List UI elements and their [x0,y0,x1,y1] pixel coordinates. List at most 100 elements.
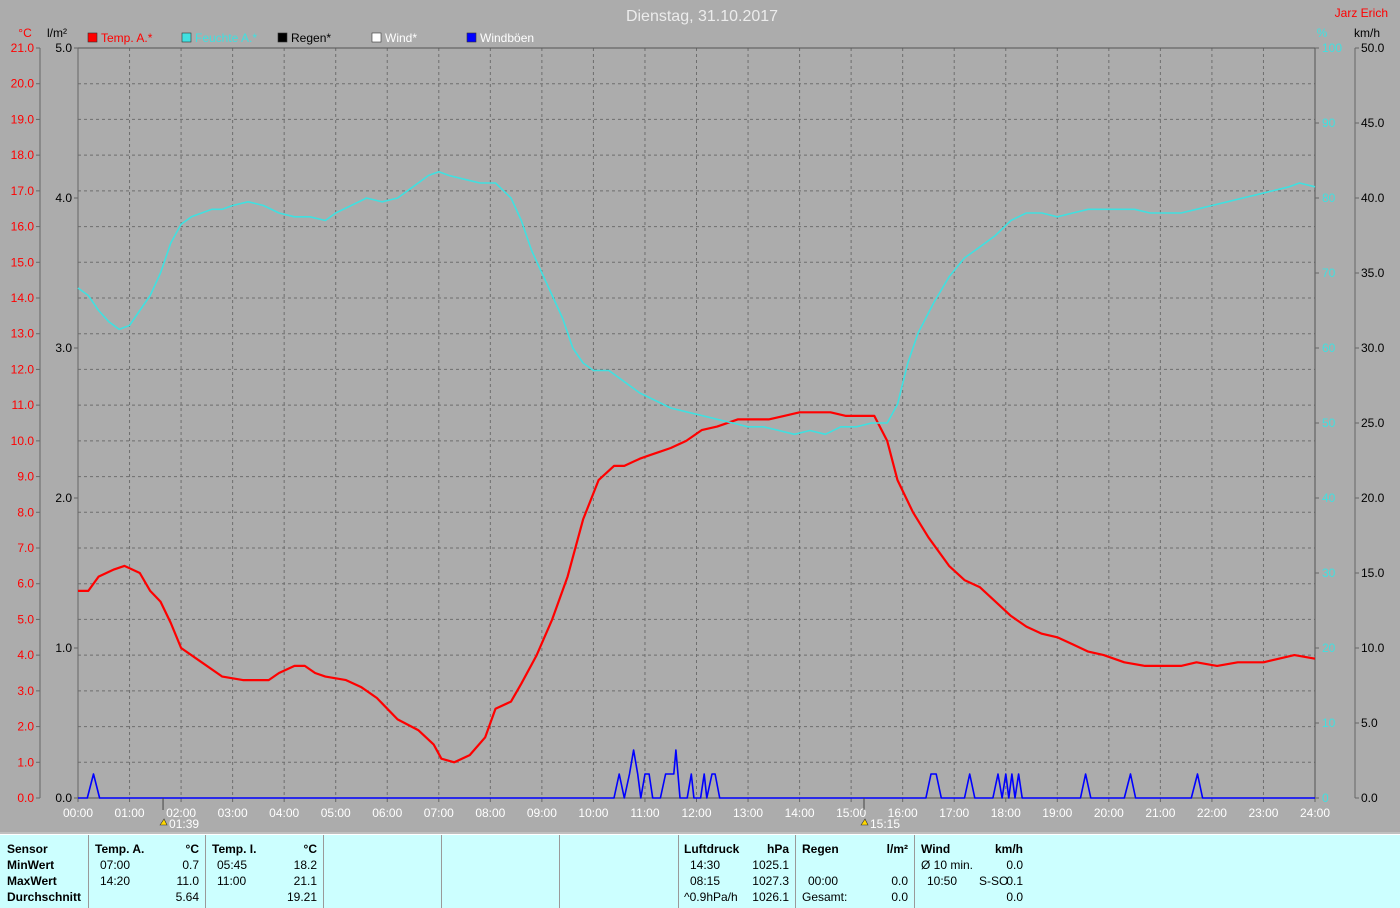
rain-title: Regen [802,842,839,856]
wind-title: Wind [921,842,951,856]
pressure-max: 1027.3 [752,874,789,888]
x-tick-label: 07:00 [424,806,454,820]
temp-tick-label: 10.0 [11,434,35,448]
temp-tick-label: 19.0 [11,112,35,126]
x-tick-label: 17:00 [939,806,969,820]
legend-label: Windböen [480,31,534,45]
legend-swatch [277,32,288,43]
rain-tick-label: 0.0 [55,791,72,805]
temp-i-avg: 19.21 [286,890,317,904]
pressure-trend: ^0.9hPa/h [684,890,738,904]
wind-axis: 0.0 5.0 10.0 15.0 20.0 25.0 30.0 35.0 40.0 45.0 50… [1354,41,1385,805]
temp-i-max: 21.1 [293,874,317,888]
humidity-axis: 0 10 20 30 40 50 60 70 80 90 100 [1315,41,1342,805]
humidity-tick-label: 40 [1322,491,1336,505]
rain-axis: 0.0 1.0 2.0 3.0 4.0 5.0 [55,41,79,805]
empty-column-2 [442,835,560,908]
wind-tick-label: 15.0 [1361,566,1385,580]
wind-tick-label: 20.0 [1361,491,1385,505]
rain-tick-label: 4.0 [55,191,72,205]
x-tick-label: 14:00 [785,806,815,820]
legend-swatch [466,32,477,43]
temp-tick-label: 0.0 [17,791,34,805]
wind-max: 0.1 [1006,874,1023,888]
temp-tick-label: 14.0 [11,291,35,305]
legend: Temp. A.* Feuchte A.* Regen* Wind* Windböen [87,31,534,45]
summary-table: Sensor MinWert MaxWert Durchschnitt Temp… [0,834,1400,908]
humidity-tick-label: 10 [1322,716,1336,730]
x-axis: 00:00 01:00 02:00 03:00 04:00 05:00 06:00 07:00… [63,798,1330,820]
wind-tick-label: 10.0 [1361,641,1385,655]
x-tick-label: 06:00 [372,806,402,820]
wind-avg: 0.0 [1006,858,1023,872]
pressure-trend-value: 1026.1 [752,890,789,904]
temp-tick-label: 8.0 [17,505,34,519]
humidity-tick-label: 70 [1322,266,1336,280]
x-tick-label: 20:00 [1094,806,1124,820]
sensor-header: Sensor [7,842,48,856]
pressure-min-time: 14:30 [690,858,721,872]
x-tick-label: 11:00 [630,806,659,820]
legend-swatch [371,32,382,43]
x-tick-label: 24:00 [1300,806,1330,820]
legend-label: Temp. A.* [101,31,153,45]
wind-tick-label: 25.0 [1361,416,1385,430]
rain-tick-label: 3.0 [55,341,72,355]
legend-swatch [87,32,98,43]
temp-a-title: Temp. A. [95,842,145,856]
marker-label: 01:39 [169,817,199,831]
temp-tick-label: 16.0 [11,220,35,234]
temp-tick-label: 7.0 [17,541,34,555]
temp-tick-label: 2.0 [17,720,34,734]
x-tick-label: 04:00 [269,806,299,820]
legend-swatch [181,32,192,43]
rain-time: 00:00 [808,874,839,888]
temp-tick-label: 17.0 [11,184,35,198]
weather-chart: 0.0 1.0 2.0 3.0 4.0 5.0 6.0 7.0 8.0 9.0 10.0 11.0 12… [11,6,1388,831]
wind-column: Wind km/h Ø 10 min. 0.0 10:50 S-SO 0.1 0… [915,835,1027,908]
wind-tick-label: 50.0 [1361,41,1385,55]
rain-tick-label: 5.0 [55,41,72,55]
temp-tick-label: 11.0 [12,398,35,412]
temp-tick-label: 15.0 [11,255,35,269]
pressure-title: Luftdruck [684,842,740,856]
temp-i-unit: °C [303,842,317,856]
temp-a-max: 11.0 [176,874,199,888]
rain-total-label: Gesamt: [802,890,848,904]
pressure-column: Luftdruck hPa 14:30 1025.1 08:15 1027.3 … [679,835,796,908]
wind-unit: km/h [994,842,1023,856]
temp-tick-label: 12.0 [11,362,35,376]
x-tick-label: 03:00 [218,806,248,820]
row-label-avg: Durchschnitt [7,890,82,904]
humidity-tick-label: 100 [1322,41,1342,55]
wind-tick-label: 35.0 [1361,266,1385,280]
temp-i-min: 18.2 [293,858,317,872]
wind-time: 10:50 [927,874,958,888]
x-tick-label: 09:00 [527,806,557,820]
temp-tick-label: 4.0 [17,648,34,662]
temp-tick-label: 18.0 [11,148,35,162]
humidity-tick-label: 0 [1322,791,1329,805]
humidity-tick-label: 60 [1322,341,1336,355]
temp-unit-label: °C [18,26,32,40]
humidity-tick-label: 50 [1322,416,1336,430]
author-label: Jarz Erich [1335,6,1388,20]
rain-column: Regen l/m² 00:00 0.0 Gesamt: 0.0 [796,835,915,908]
rain-tick-label: 1.0 [55,641,72,655]
temp-a-min: 0.7 [182,858,199,872]
wind-tick-label: 0.0 [1361,791,1378,805]
x-tick-label: 18:00 [991,806,1021,820]
temp-tick-label: 9.0 [17,470,34,484]
chart-area: 0.0 1.0 2.0 3.0 4.0 5.0 6.0 7.0 8.0 9.0 10.0 11.0 12… [0,0,1400,832]
empty-column-3 [560,835,679,908]
rain-value: 0.0 [891,874,908,888]
temp-a-min-time: 07:00 [100,858,131,872]
pressure-max-time: 08:15 [690,874,721,888]
x-tick-label: 19:00 [1042,806,1072,820]
legend-label: Regen* [291,31,331,45]
x-tick-label: 10:00 [578,806,608,820]
rain-unit: l/m² [886,842,908,856]
humidity-unit-label: % [1317,26,1328,40]
temp-a-avg: 5.64 [175,890,199,904]
temp-tick-label: 20.0 [11,77,35,91]
